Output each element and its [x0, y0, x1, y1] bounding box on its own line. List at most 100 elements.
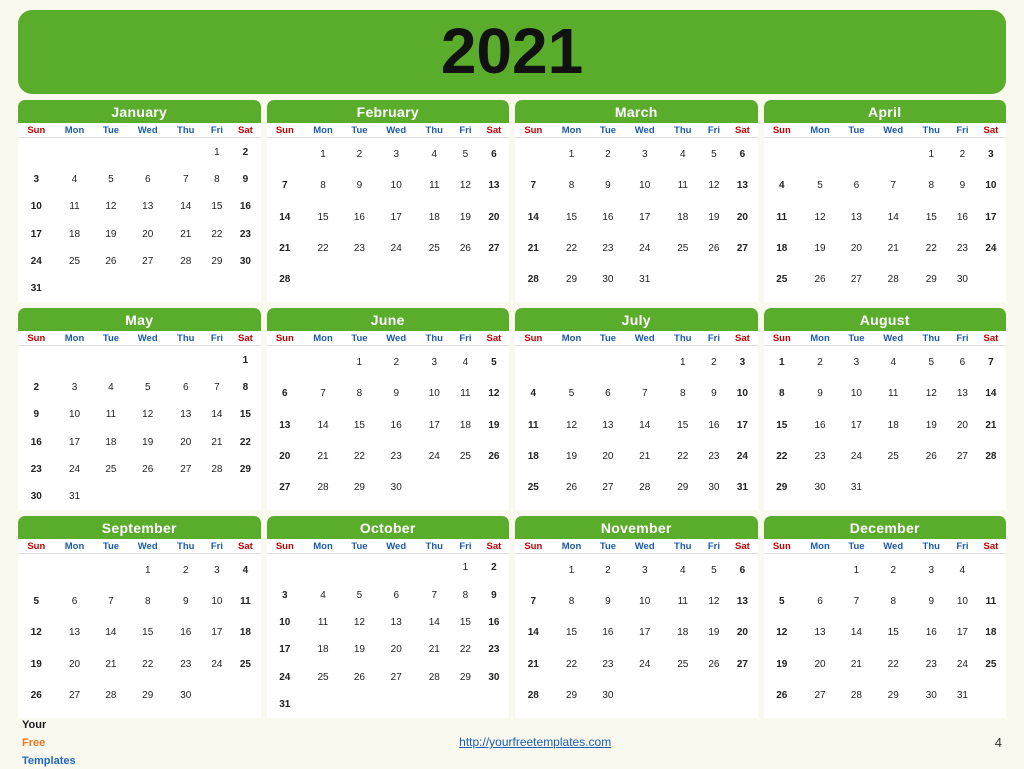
day-cell: 25 — [94, 456, 127, 483]
day-header: Wed — [376, 123, 417, 138]
day-cell: 3 — [976, 138, 1006, 170]
day-header: Thu — [168, 123, 204, 138]
day-header: Thu — [914, 123, 950, 138]
month-block: AugustSunMonTueWedThuFriSat1234567891011… — [764, 308, 1007, 510]
year-header: 2021 — [18, 10, 1006, 94]
day-cell: 5 — [914, 346, 950, 378]
day-cell — [764, 711, 801, 718]
day-cell: 24 — [18, 248, 55, 275]
day-cell: 27 — [949, 441, 976, 472]
day-cell — [343, 503, 376, 510]
day-cell: 17 — [267, 636, 304, 663]
day-cell: 3 — [914, 554, 950, 586]
day-header: Thu — [168, 331, 204, 346]
day-cell: 19 — [343, 636, 376, 663]
day-header: Mon — [800, 331, 840, 346]
day-cell — [230, 275, 260, 302]
day-cell: 9 — [701, 378, 728, 409]
day-cell: 6 — [727, 554, 757, 586]
day-cell: 14 — [515, 617, 552, 648]
day-cell: 7 — [624, 378, 665, 409]
day-cell — [764, 296, 801, 303]
day-cell: 16 — [230, 193, 260, 220]
day-cell — [976, 503, 1006, 510]
day-cell: 5 — [479, 346, 509, 378]
day-cell — [873, 472, 914, 503]
calendar-grid: JanuarySunMonTueWedThuFriSat123456789101… — [18, 100, 1006, 718]
day-cell: 15 — [914, 202, 950, 233]
day-cell — [764, 503, 801, 510]
day-header: Wed — [127, 123, 168, 138]
footer-url[interactable]: http://yourfreetemplates.com — [459, 735, 611, 749]
day-cell: 25 — [515, 472, 552, 503]
day-cell — [873, 503, 914, 510]
day-cell: 23 — [591, 649, 624, 680]
day-cell: 15 — [873, 617, 914, 648]
day-cell — [764, 554, 801, 586]
day-cell: 15 — [343, 409, 376, 440]
day-cell — [515, 554, 552, 586]
day-cell: 28 — [303, 472, 343, 503]
day-cell: 7 — [873, 170, 914, 201]
month-block: JanuarySunMonTueWedThuFriSat123456789101… — [18, 100, 261, 302]
day-cell: 28 — [204, 456, 231, 483]
day-cell: 9 — [591, 586, 624, 617]
day-cell — [624, 296, 665, 303]
day-cell: 19 — [701, 617, 728, 648]
day-cell: 4 — [764, 170, 801, 201]
month-table: SunMonTueWedThuFriSat1234567891011121314… — [764, 539, 1007, 718]
day-cell — [479, 296, 509, 303]
day-cell — [417, 472, 453, 503]
day-cell — [701, 296, 728, 303]
day-cell — [515, 138, 552, 170]
day-header: Sat — [230, 123, 260, 138]
day-header: Sun — [267, 123, 304, 138]
day-cell: 6 — [55, 586, 95, 617]
day-cell — [267, 503, 304, 510]
month-header: April — [764, 100, 1007, 123]
day-header: Wed — [624, 331, 665, 346]
day-header: Mon — [303, 331, 343, 346]
day-header: Mon — [552, 331, 592, 346]
day-cell: 8 — [552, 170, 592, 201]
day-cell: 24 — [727, 441, 757, 472]
day-header: Tue — [94, 123, 127, 138]
day-cell — [168, 483, 204, 510]
month-block: FebruarySunMonTueWedThuFriSat12345678910… — [267, 100, 510, 302]
day-cell: 28 — [94, 680, 127, 711]
day-cell: 20 — [800, 649, 840, 680]
day-cell: 13 — [840, 202, 873, 233]
day-cell: 8 — [127, 586, 168, 617]
day-cell — [417, 264, 453, 295]
day-cell — [417, 296, 453, 303]
day-cell: 5 — [18, 586, 55, 617]
day-cell: 2 — [800, 346, 840, 378]
day-cell: 26 — [452, 233, 479, 264]
day-cell: 16 — [168, 617, 204, 648]
day-cell — [591, 346, 624, 378]
day-cell: 18 — [665, 202, 701, 233]
day-header: Wed — [624, 539, 665, 554]
day-header: Mon — [800, 539, 840, 554]
day-cell: 6 — [267, 378, 304, 409]
day-cell: 7 — [976, 346, 1006, 378]
day-cell: 7 — [515, 586, 552, 617]
day-cell — [479, 264, 509, 295]
day-header: Mon — [303, 123, 343, 138]
day-cell — [204, 346, 231, 374]
day-cell: 30 — [18, 483, 55, 510]
day-header: Fri — [949, 539, 976, 554]
day-header: Thu — [417, 123, 453, 138]
day-cell: 10 — [55, 401, 95, 428]
day-cell: 4 — [230, 554, 260, 586]
day-cell — [94, 138, 127, 166]
day-cell: 25 — [665, 233, 701, 264]
day-header: Sat — [479, 331, 509, 346]
day-cell: 19 — [94, 221, 127, 248]
day-cell: 31 — [624, 264, 665, 295]
day-cell — [624, 503, 665, 510]
day-cell — [204, 275, 231, 302]
day-cell: 9 — [800, 378, 840, 409]
day-cell: 30 — [914, 680, 950, 711]
day-cell: 13 — [479, 170, 509, 201]
